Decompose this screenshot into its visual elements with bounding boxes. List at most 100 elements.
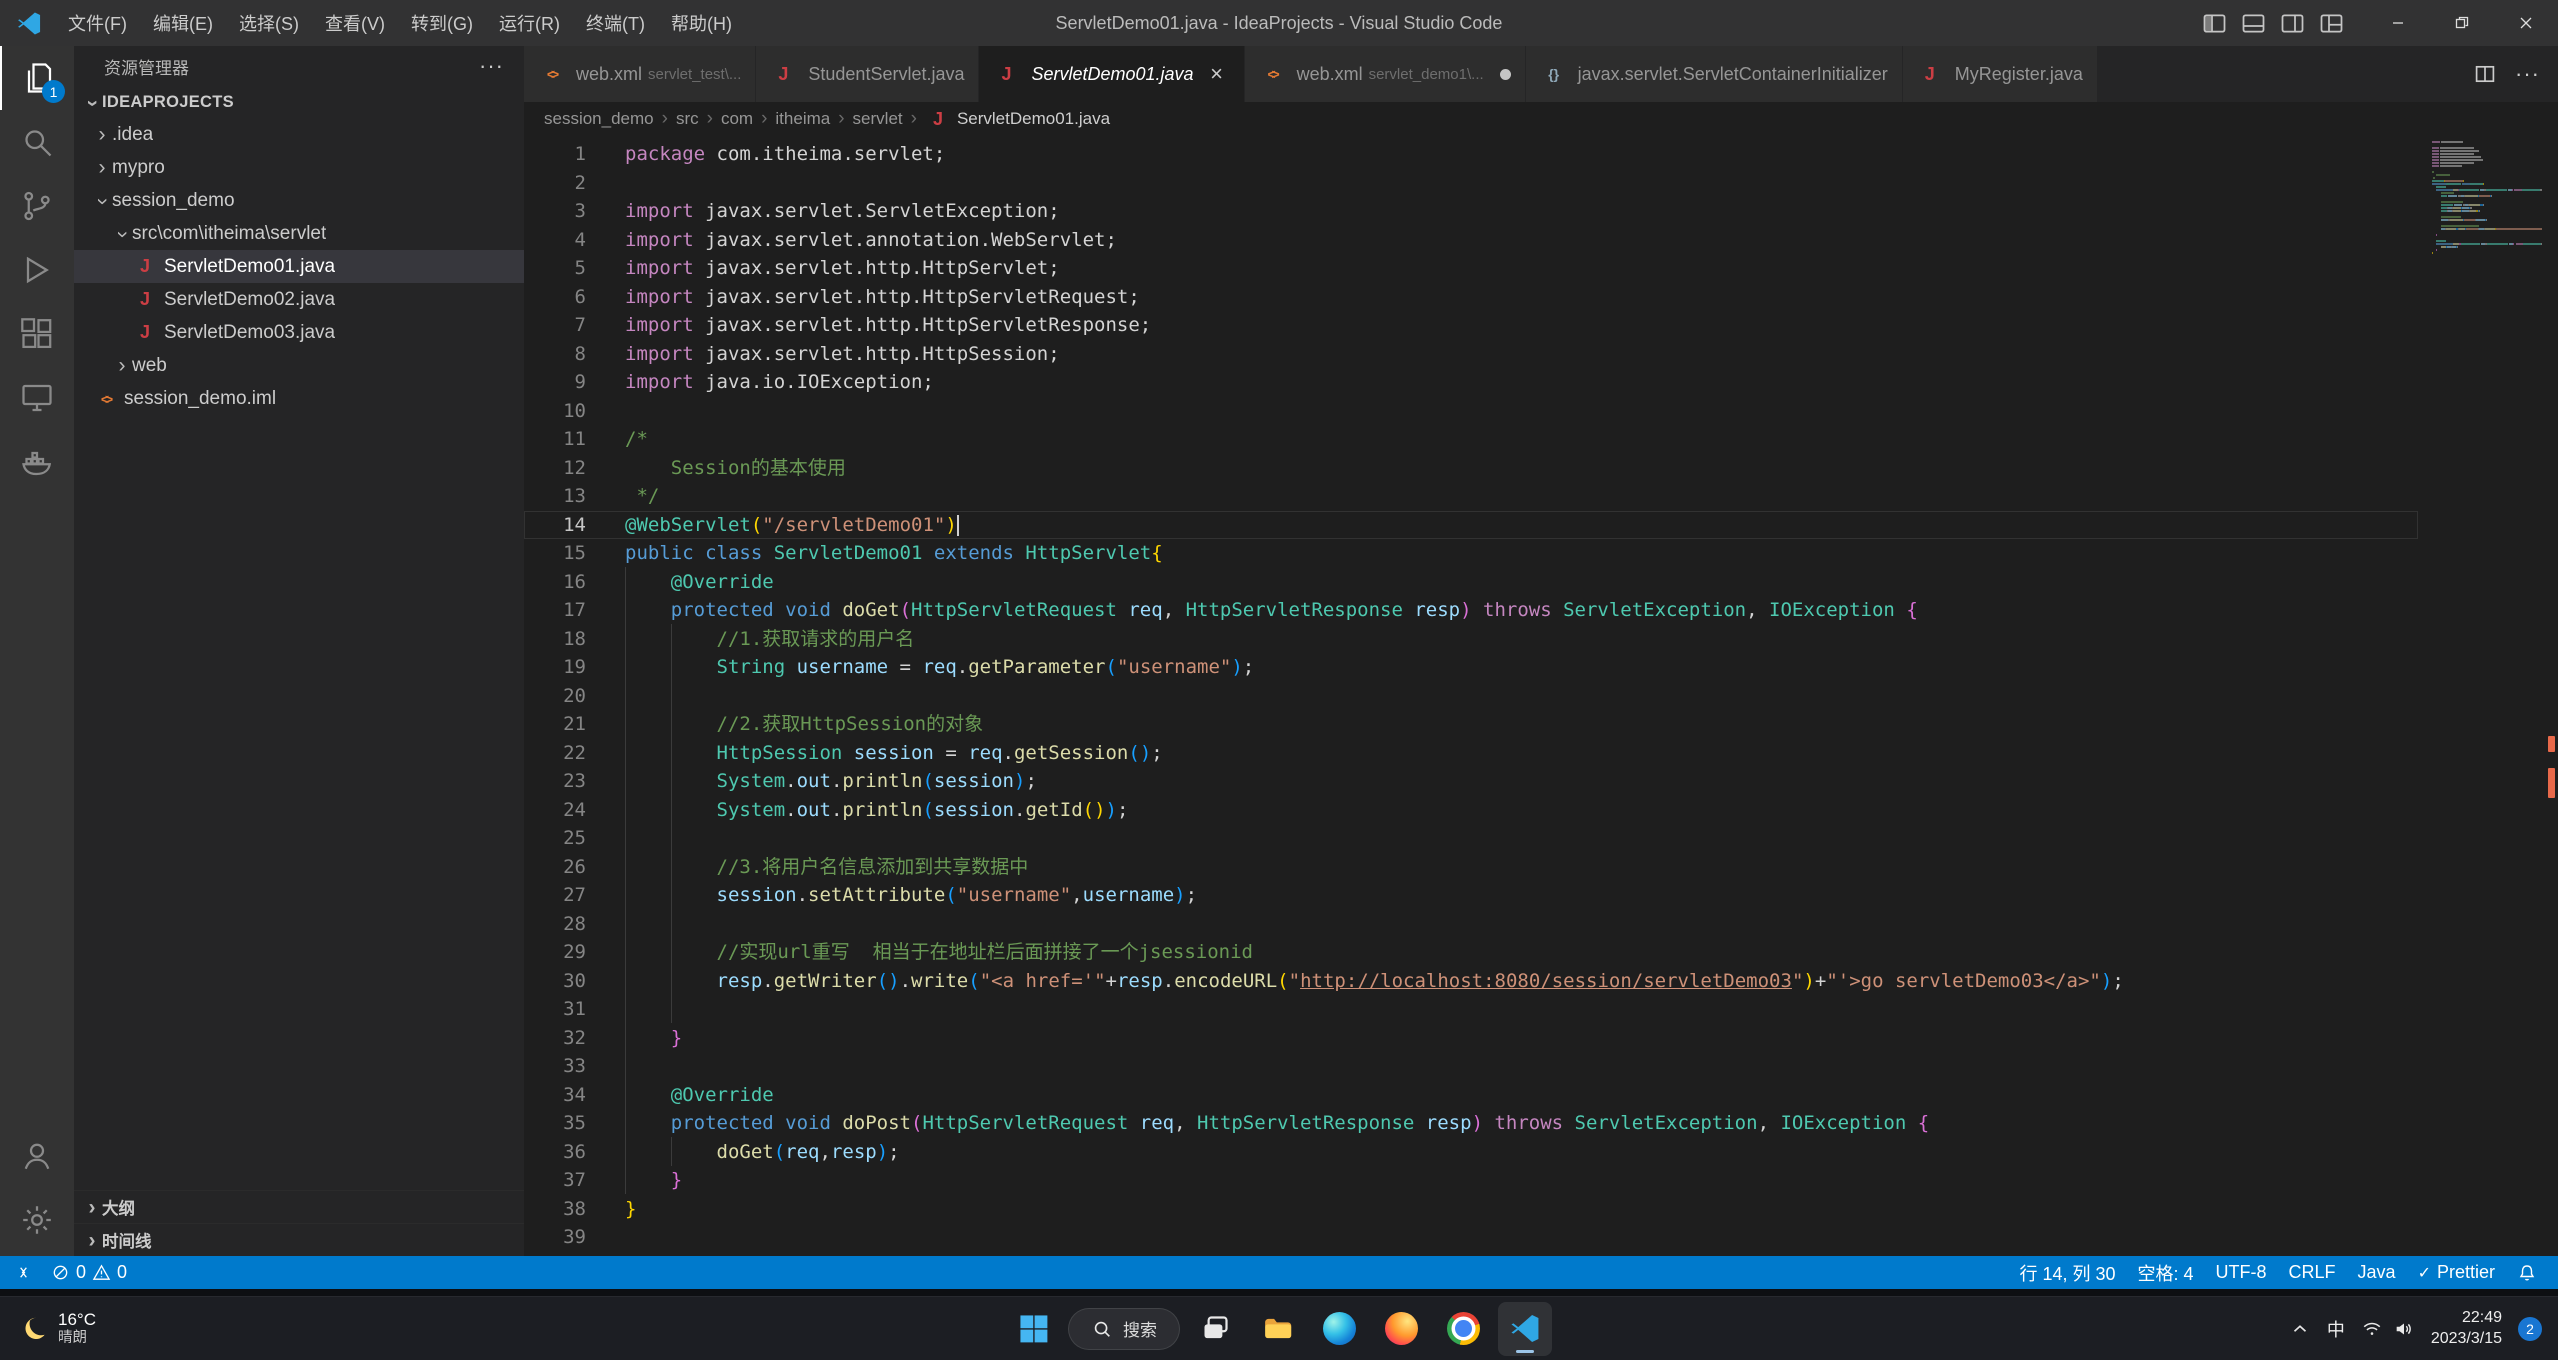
activitybar-source-control[interactable] bbox=[0, 174, 74, 238]
system-tray-icons[interactable] bbox=[2361, 1318, 2415, 1340]
taskbar-app-taskview[interactable] bbox=[1188, 1302, 1242, 1356]
code-line[interactable]: 20 bbox=[524, 682, 2418, 711]
activitybar-docker[interactable] bbox=[0, 430, 74, 494]
activitybar-run-debug[interactable] bbox=[0, 238, 74, 302]
code-line[interactable]: 27 session.setAttribute("username",usern… bbox=[524, 881, 2418, 910]
tree-item[interactable]: ServletDemo03.java bbox=[74, 316, 524, 349]
tree-item[interactable]: ServletDemo01.java bbox=[74, 250, 524, 283]
menu-item[interactable]: 转到(G) bbox=[398, 0, 486, 46]
code-line[interactable]: 6import javax.servlet.http.HttpServletRe… bbox=[524, 283, 2418, 312]
tab[interactable]: javax.servlet.ServletContainerInitialize… bbox=[1526, 46, 1903, 102]
code-line[interactable]: 13 */ bbox=[524, 482, 2418, 511]
code-line[interactable]: 30 resp.getWriter().write("<a href='"+re… bbox=[524, 967, 2418, 996]
code-line[interactable]: 5import javax.servlet.http.HttpServlet; bbox=[524, 254, 2418, 283]
breadcrumb-item[interactable]: ServletDemo01.java bbox=[925, 109, 1110, 130]
close-button[interactable] bbox=[2494, 0, 2558, 46]
customize-layout-icon[interactable] bbox=[2319, 11, 2344, 36]
taskbar-app-chrome[interactable] bbox=[1436, 1302, 1490, 1356]
activitybar-remote-explorer[interactable] bbox=[0, 366, 74, 430]
sidebar-section-时间线[interactable]: ›时间线 bbox=[74, 1223, 524, 1256]
taskbar-app-start[interactable] bbox=[1006, 1302, 1060, 1356]
code-line[interactable]: 16 @Override bbox=[524, 568, 2418, 597]
taskbar-app-vscode[interactable] bbox=[1498, 1302, 1552, 1356]
problems-indicator[interactable]: 0 0 bbox=[43, 1256, 135, 1289]
code-line[interactable]: 38} bbox=[524, 1195, 2418, 1224]
tree-item[interactable]: ›src\com\itheima\servlet bbox=[74, 217, 524, 250]
code-line[interactable]: 34 @Override bbox=[524, 1081, 2418, 1110]
code-line[interactable]: 22 HttpSession session = req.getSession(… bbox=[524, 739, 2418, 768]
code-line[interactable]: 25 bbox=[524, 824, 2418, 853]
activitybar-search[interactable] bbox=[0, 110, 74, 174]
menu-item[interactable]: 终端(T) bbox=[573, 0, 658, 46]
activitybar-settings[interactable] bbox=[0, 1188, 74, 1252]
tab[interactable]: ServletDemo01.java× bbox=[979, 46, 1244, 102]
code-line[interactable]: 2 bbox=[524, 169, 2418, 198]
tab[interactable]: web.xmlservlet_test\...× bbox=[524, 46, 756, 102]
toggle-panel-icon[interactable] bbox=[2241, 11, 2266, 36]
activitybar-accounts[interactable] bbox=[0, 1124, 74, 1188]
sidebar-more-actions-icon[interactable]: ··· bbox=[479, 53, 504, 79]
taskbar-app-search[interactable]: 搜索 bbox=[1068, 1308, 1180, 1350]
tree-item[interactable]: ›session_demo bbox=[74, 184, 524, 217]
restore-button[interactable] bbox=[2430, 0, 2494, 46]
code-line[interactable]: 19 String username = req.getParameter("u… bbox=[524, 653, 2418, 682]
menu-item[interactable]: 帮助(H) bbox=[658, 0, 745, 46]
code-line[interactable]: 4import javax.servlet.annotation.WebServ… bbox=[524, 226, 2418, 255]
code-line[interactable]: 33 bbox=[524, 1052, 2418, 1081]
code-line[interactable]: 3import javax.servlet.ServletException; bbox=[524, 197, 2418, 226]
activitybar-extensions[interactable] bbox=[0, 302, 74, 366]
tree-item[interactable]: ›web bbox=[74, 349, 524, 382]
minimap[interactable] bbox=[2432, 141, 2542, 258]
code-line[interactable]: 28 bbox=[524, 910, 2418, 939]
notification-count-badge[interactable]: 2 bbox=[2518, 1317, 2542, 1341]
code-line[interactable]: 18 //1.获取请求的用户名 bbox=[524, 625, 2418, 654]
code-line[interactable]: 9import java.io.IOException; bbox=[524, 368, 2418, 397]
code-line[interactable]: 12 Session的基本使用 bbox=[524, 454, 2418, 483]
remote-indicator[interactable] bbox=[6, 1256, 41, 1289]
code-line[interactable]: 31 bbox=[524, 995, 2418, 1024]
code-line[interactable]: 21 //2.获取HttpSession的对象 bbox=[524, 710, 2418, 739]
project-root-header[interactable]: › IDEAPROJECTS bbox=[74, 86, 524, 118]
code-line[interactable]: 35 protected void doPost(HttpServletRequ… bbox=[524, 1109, 2418, 1138]
toggle-primary-sidebar-icon[interactable] bbox=[2202, 11, 2227, 36]
clock[interactable]: 22:49 2023/3/15 bbox=[2431, 1308, 2502, 1350]
status-item[interactable]: UTF-8 bbox=[2205, 1256, 2278, 1289]
code-line[interactable]: 23 System.out.println(session); bbox=[524, 767, 2418, 796]
status-item[interactable]: Java bbox=[2347, 1256, 2407, 1289]
code-line[interactable]: 39 bbox=[524, 1223, 2418, 1252]
menu-item[interactable]: 查看(V) bbox=[312, 0, 398, 46]
code-line[interactable]: 10 bbox=[524, 397, 2418, 426]
toggle-secondary-sidebar-icon[interactable] bbox=[2280, 11, 2305, 36]
breadcrumb-item[interactable]: servlet bbox=[853, 109, 903, 129]
code-line[interactable]: 8import javax.servlet.http.HttpSession; bbox=[524, 340, 2418, 369]
tree-item[interactable]: ServletDemo02.java bbox=[74, 283, 524, 316]
code-line[interactable]: 36 doGet(req,resp); bbox=[524, 1138, 2418, 1167]
tab[interactable]: web.xmlservlet_demo1\... bbox=[1245, 46, 1526, 102]
split-editor-icon[interactable] bbox=[2473, 62, 2497, 86]
sidebar-section-大纲[interactable]: ›大纲 bbox=[74, 1190, 524, 1223]
code-line[interactable]: 37 } bbox=[524, 1166, 2418, 1195]
notifications-button[interactable] bbox=[2506, 1256, 2548, 1289]
status-item[interactable]: ✓Prettier bbox=[2407, 1256, 2506, 1289]
code-line[interactable]: 29 //实现url重写 相当于在地址栏后面拼接了一个jsessionid bbox=[524, 938, 2418, 967]
weather-widget[interactable]: 16°C 晴朗 bbox=[0, 1297, 114, 1360]
minimize-button[interactable] bbox=[2366, 0, 2430, 46]
taskbar-app-firefox[interactable] bbox=[1374, 1302, 1428, 1356]
status-item[interactable]: CRLF bbox=[2278, 1256, 2347, 1289]
editor-more-actions-icon[interactable]: ··· bbox=[2515, 61, 2540, 87]
code-line[interactable]: 32 } bbox=[524, 1024, 2418, 1053]
close-icon[interactable]: × bbox=[1204, 61, 1230, 87]
code-line[interactable]: 24 System.out.println(session.getId()); bbox=[524, 796, 2418, 825]
breadcrumb-item[interactable]: itheima bbox=[775, 109, 830, 129]
code-line[interactable]: 17 protected void doGet(HttpServletReque… bbox=[524, 596, 2418, 625]
menu-item[interactable]: 选择(S) bbox=[226, 0, 312, 46]
code-line[interactable]: 7import javax.servlet.http.HttpServletRe… bbox=[524, 311, 2418, 340]
tab[interactable]: StudentServlet.java× bbox=[756, 46, 979, 102]
code-line[interactable]: 26 //3.将用户名信息添加到共享数据中 bbox=[524, 853, 2418, 882]
breadcrumb-item[interactable]: session_demo bbox=[544, 109, 654, 129]
status-item[interactable]: 空格: 4 bbox=[2127, 1256, 2205, 1289]
ime-indicator[interactable]: 中 bbox=[2327, 1316, 2345, 1342]
code-line[interactable]: 11/* bbox=[524, 425, 2418, 454]
code-line[interactable]: 15public class ServletDemo01 extends Htt… bbox=[524, 539, 2418, 568]
code-line[interactable]: 1package com.itheima.servlet; bbox=[524, 140, 2418, 169]
